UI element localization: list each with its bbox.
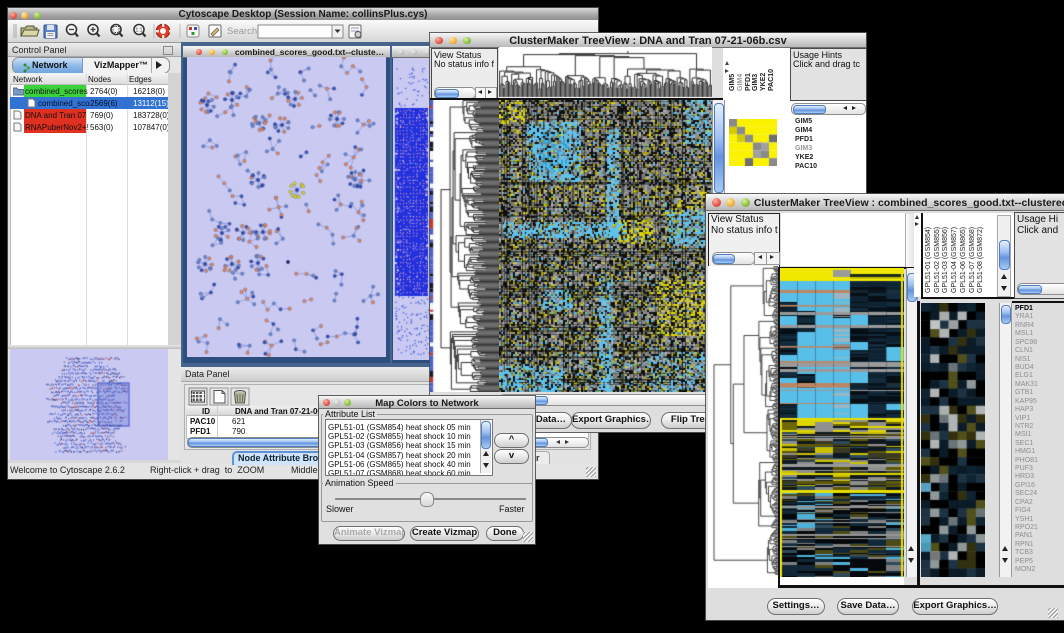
svg-text:Search:: Search: (227, 26, 260, 37)
svg-text:1:1: 1:1 (136, 28, 143, 34)
